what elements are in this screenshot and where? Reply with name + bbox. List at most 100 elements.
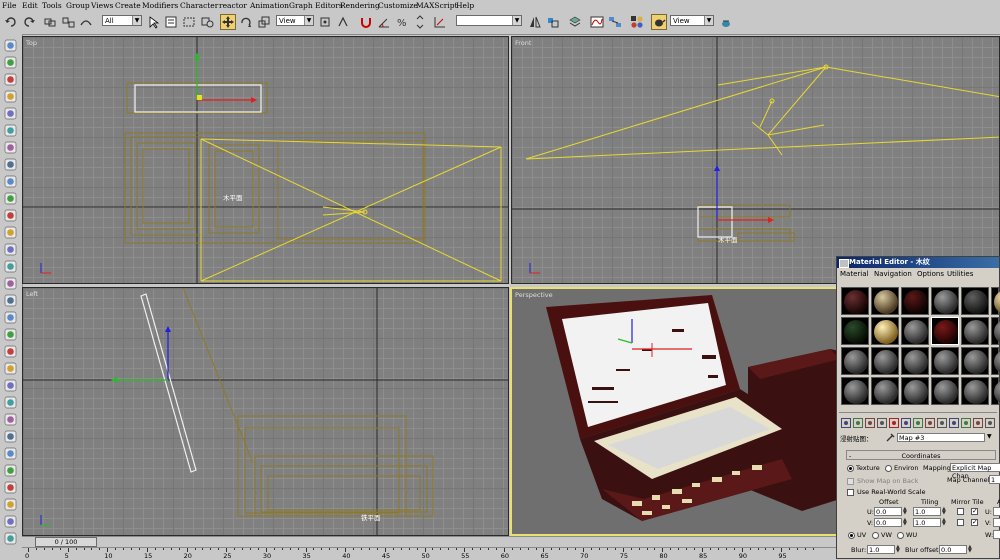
menu-edit[interactable]: Edit (22, 1, 38, 10)
pivot-center-button[interactable] (317, 14, 333, 30)
blur-input[interactable]: 1.0 (867, 545, 895, 554)
side-rotate-button[interactable] (3, 72, 18, 87)
use-real-world-checkbox[interactable] (847, 489, 854, 496)
align-button[interactable] (545, 14, 561, 30)
side-orbit-button[interactable] (3, 157, 18, 172)
material-sample-slot[interactable] (961, 377, 989, 405)
mirror-button[interactable] (527, 14, 543, 30)
unlink-button[interactable] (60, 14, 76, 30)
show-end-button[interactable] (960, 417, 972, 429)
side-cylinder-button[interactable] (3, 208, 18, 223)
select-scale-button[interactable] (256, 14, 272, 30)
side-pan-button[interactable] (3, 140, 18, 155)
v-offset-spinner[interactable]: ▲ ▼ (903, 518, 908, 527)
coordinates-rollout-header[interactable]: Coordinates - (846, 450, 996, 460)
menu-tools[interactable]: Tools (42, 1, 62, 10)
select-object-button[interactable] (145, 14, 161, 30)
texture-radio[interactable] (847, 465, 854, 472)
material-sample-slot[interactable] (931, 347, 959, 375)
material-sample-slot[interactable] (931, 317, 959, 345)
side-shape-button[interactable] (3, 310, 18, 325)
material-sample-slot[interactable] (841, 317, 869, 345)
menu-group[interactable]: Group (66, 1, 90, 10)
menu-character[interactable]: Character (180, 1, 218, 10)
viewport-left[interactable]: Left 铁平面 (22, 287, 509, 536)
go-sibling-button[interactable] (984, 417, 996, 429)
layer-manager-button[interactable] (567, 14, 583, 30)
material-sample-slot[interactable] (871, 377, 899, 405)
material-menu-navigation[interactable]: Navigation (874, 270, 912, 278)
material-sample-slot[interactable] (991, 287, 1000, 315)
side-utilities-button[interactable] (3, 429, 18, 444)
delete-button[interactable] (888, 417, 900, 429)
undo-button[interactable] (3, 14, 19, 30)
render-type-dropdown[interactable]: View ▼ (670, 15, 714, 26)
vw-radio[interactable] (872, 532, 879, 539)
snap-toggle-button[interactable] (358, 14, 374, 30)
menu-views[interactable]: Views (91, 1, 113, 10)
map-name-input[interactable]: Map #3 (897, 433, 985, 442)
redo-button[interactable] (21, 14, 37, 30)
menu-help[interactable]: Help (456, 1, 474, 10)
menu-maxscript[interactable]: MAXScript (416, 1, 458, 10)
side-schematic-button[interactable] (3, 497, 18, 512)
side-field-of-view-button[interactable] (3, 531, 18, 546)
material-sample-slot[interactable] (901, 347, 929, 375)
reference-coord-dropdown[interactable]: View ▼ (276, 15, 314, 26)
v-tile-checkbox[interactable]: ✓ (971, 518, 978, 526)
material-menu-material[interactable]: Material (840, 270, 868, 278)
material-sample-slot[interactable] (841, 347, 869, 375)
render-scene-button[interactable] (651, 14, 667, 30)
side-system-button[interactable] (3, 293, 18, 308)
wu-radio[interactable] (897, 532, 904, 539)
viewport-top[interactable]: Top 木平面 (22, 36, 509, 284)
bind-space-warp-button[interactable] (78, 14, 94, 30)
schematic-view-button[interactable] (607, 14, 623, 30)
viewport-perspective[interactable]: Perspective (510, 287, 838, 536)
side-line-button[interactable] (3, 327, 18, 342)
angle-snap-button[interactable] (376, 14, 392, 30)
put-to-scene-button[interactable] (852, 417, 864, 429)
menu-graph-editors[interactable]: Graph Editors (289, 1, 343, 10)
material-sample-slot[interactable] (901, 317, 929, 345)
u-angle-input[interactable] (993, 507, 1000, 516)
side-display-button[interactable] (3, 412, 18, 427)
material-sample-slot[interactable] (871, 317, 899, 345)
material-menu-options[interactable]: Options (917, 270, 944, 278)
mapping-dropdown[interactable]: Explicit Map Chan (950, 463, 1000, 480)
unique-button[interactable] (912, 417, 924, 429)
named-selection-sets-dropdown[interactable]: ▼ (456, 15, 522, 26)
blur-spinner[interactable]: ▲ ▼ (896, 545, 901, 554)
curve-editor-button[interactable] (589, 14, 605, 30)
material-editor-button[interactable] (629, 14, 645, 30)
spinner-snap-button[interactable] (412, 14, 428, 30)
chevron-down-icon[interactable]: ▼ (987, 433, 992, 440)
quick-render-button[interactable] (718, 14, 734, 30)
viewport-front[interactable]: Front 木平面 (511, 36, 1000, 284)
side-move-button[interactable] (3, 55, 18, 70)
side-box-button[interactable] (3, 174, 18, 189)
edit-named-selection-button[interactable] (432, 14, 448, 30)
side-motion-button[interactable] (3, 395, 18, 410)
side-light-button[interactable] (3, 225, 18, 240)
window-crossing-button[interactable] (199, 14, 215, 30)
v-offset-input[interactable]: 0.0 (874, 518, 902, 527)
material-sample-slot[interactable] (871, 287, 899, 315)
material-menu-utilities[interactable]: Utilities (947, 270, 973, 278)
menu-customize[interactable]: Customize (378, 1, 418, 10)
menu-file[interactable]: File (2, 1, 16, 10)
side-maximize-button[interactable] (3, 514, 18, 529)
material-sample-slot[interactable] (961, 317, 989, 345)
material-sample-slot[interactable] (841, 287, 869, 315)
side-hierarchy-button[interactable] (3, 378, 18, 393)
uv-radio[interactable] (848, 532, 855, 539)
select-manipulate-button[interactable] (335, 14, 351, 30)
v-mirror-checkbox[interactable] (957, 519, 964, 526)
menu-rendering[interactable]: Rendering (340, 1, 380, 10)
material-sample-slot[interactable] (991, 347, 1000, 375)
material-sample-slot[interactable] (991, 317, 1000, 345)
side-modify-button[interactable] (3, 361, 18, 376)
u-mirror-checkbox[interactable] (957, 508, 964, 515)
v-angle-input[interactable] (993, 518, 1000, 527)
rect-region-button[interactable] (181, 14, 197, 30)
